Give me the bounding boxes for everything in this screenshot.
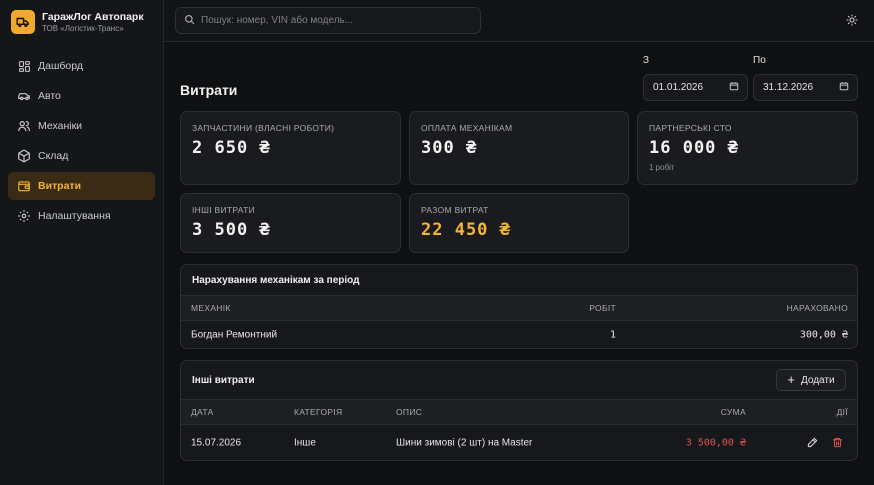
card-label: ОПЛАТА МЕХАНІКАМ: [421, 123, 513, 133]
column-header: МЕХАНІК: [191, 303, 231, 313]
card-label: ЗАПЧАСТИНИ (ВЛАСНІ РОБОТИ): [192, 123, 335, 133]
sidebar: ГаражЛог Автопарк ТОВ «Логістик-Транс» Д…: [0, 0, 164, 485]
calendar-icon: [729, 81, 739, 94]
sidebar-item-label: Витрати: [38, 180, 82, 192]
card-value: 16 000 ₴: [649, 138, 739, 158]
wallet-icon: [17, 179, 31, 193]
table-row[interactable]: Богдан Ремонтний 1 300,00 ₴: [181, 321, 857, 348]
date-to-group: По 31.12.2026: [753, 55, 858, 101]
sidebar-item-label: Склад: [38, 150, 69, 162]
add-expense-button[interactable]: + Додати: [776, 369, 846, 391]
expense-category: Інше: [294, 437, 316, 448]
date-from-input[interactable]: 01.01.2026: [643, 74, 748, 101]
column-header: СУМА: [720, 407, 746, 417]
sidebar-item-expenses[interactable]: Витрати: [8, 172, 155, 200]
sidebar-item-settings[interactable]: Налаштування: [8, 202, 155, 230]
card-label: ІНШІ ВИТРАТИ: [192, 205, 255, 215]
date-from-group: З 01.01.2026: [643, 55, 748, 101]
column-header: НАРАХОВАНО: [786, 303, 848, 313]
sidebar-item-dashboard[interactable]: Дашборд: [8, 52, 155, 80]
expense-date: 15.07.2026: [191, 437, 242, 448]
column-header: РОБІТ: [589, 303, 616, 313]
box-icon: [17, 149, 31, 163]
sun-icon: [846, 13, 858, 29]
date-to-value: 31.12.2026: [763, 82, 814, 93]
sidebar-item-warehouse[interactable]: Склад: [8, 142, 155, 170]
brand-title: ГаражЛог Автопарк: [42, 10, 144, 23]
plus-icon: +: [787, 372, 795, 387]
accrued-amount: 300,00 ₴: [799, 329, 848, 340]
gear-icon: [17, 209, 31, 223]
date-from-label: З: [643, 55, 650, 66]
trash-icon[interactable]: [830, 436, 844, 450]
add-button-label: Додати: [801, 374, 835, 386]
mechanics-pay-card: ОПЛАТА МЕХАНІКАМ 300 ₴: [409, 111, 629, 185]
truck-icon: [11, 10, 35, 34]
other-expenses-panel: Інші витрати + Додати ДАТА КАТЕГОРІЯ ОПИ…: [180, 360, 858, 461]
card-label: РАЗОМ ВИТРАТ: [421, 205, 489, 215]
other-card: ІНШІ ВИТРАТИ 3 500 ₴: [180, 193, 401, 253]
sidebar-item-label: Дашборд: [38, 60, 83, 72]
sidebar-item-label: Налаштування: [38, 210, 111, 222]
sidebar-item-mechanics[interactable]: Механіки: [8, 112, 155, 140]
panel-title: Нарахування механікам за період: [181, 265, 857, 296]
accruals-panel: Нарахування механікам за період МЕХАНІК …: [180, 264, 858, 349]
users-icon: [17, 119, 31, 133]
dashboard-icon: [17, 59, 31, 73]
theme-toggle-button[interactable]: [844, 13, 860, 29]
column-header: ДІЇ: [836, 407, 848, 417]
page-title: Витрати: [180, 82, 238, 98]
card-value: 22 450 ₴: [421, 220, 511, 240]
edit-icon[interactable]: [805, 436, 819, 450]
table-header: МЕХАНІК РОБІТ НАРАХОВАНО: [181, 296, 857, 321]
partner-card: ПАРТНЕРСЬКІ СТО 16 000 ₴ 1 робіт: [637, 111, 858, 185]
sidebar-item-label: Механіки: [38, 120, 83, 132]
table-row[interactable]: 15.07.2026 Інше Шини зимові (2 шт) на Ma…: [181, 425, 857, 460]
sidebar-item-cars[interactable]: Авто: [8, 82, 155, 110]
panel-title: Інші витрати: [192, 374, 255, 386]
date-to-input[interactable]: 31.12.2026: [753, 74, 858, 101]
parts-card: ЗАПЧАСТИНИ (ВЛАСНІ РОБОТИ) 2 650 ₴: [180, 111, 401, 185]
panel-header: Інші витрати + Додати: [181, 361, 857, 400]
search-input[interactable]: [201, 15, 471, 26]
sidebar-item-label: Авто: [38, 90, 61, 102]
brand[interactable]: ГаражЛог Автопарк ТОВ «Логістик-Транс»: [11, 10, 144, 34]
date-from-value: 01.01.2026: [653, 82, 704, 93]
total-card: РАЗОМ ВИТРАТ 22 450 ₴: [409, 193, 629, 253]
search-icon: [184, 14, 195, 28]
sidebar-nav: Дашборд Авто Механіки Склад Витрати Нала…: [8, 52, 155, 232]
card-note: 1 робіт: [649, 163, 675, 172]
calendar-icon: [839, 81, 849, 94]
expense-description: Шини зимові (2 шт) на Master: [396, 437, 533, 448]
column-header: ОПИС: [396, 407, 423, 417]
brand-subtitle: ТОВ «Логістик-Транс»: [42, 23, 124, 33]
mechanic-name: Богдан Ремонтний: [191, 329, 278, 340]
card-value: 300 ₴: [421, 138, 478, 158]
card-value: 3 500 ₴: [192, 220, 271, 240]
jobs-count: 1: [609, 329, 616, 340]
expense-amount: 3 500,00 ₴: [685, 437, 746, 448]
card-value: 2 650 ₴: [192, 138, 271, 158]
date-to-label: По: [753, 55, 766, 66]
car-icon: [17, 89, 31, 103]
column-header: КАТЕГОРІЯ: [294, 407, 343, 417]
column-header: ДАТА: [191, 407, 214, 417]
topbar: [164, 0, 874, 42]
card-label: ПАРТНЕРСЬКІ СТО: [649, 123, 732, 133]
search-box[interactable]: [175, 7, 481, 34]
table-header: ДАТА КАТЕГОРІЯ ОПИС СУМА ДІЇ: [181, 400, 857, 425]
